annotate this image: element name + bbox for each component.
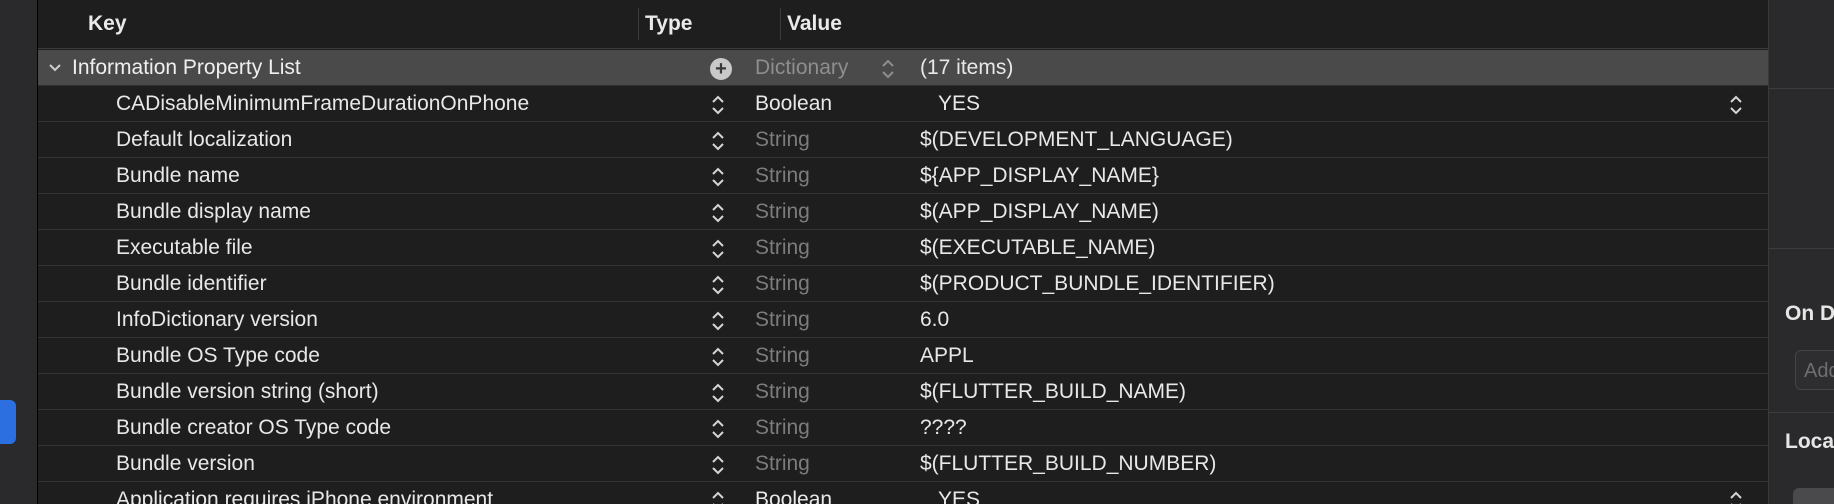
row-type[interactable]: String [755, 308, 810, 332]
row-value[interactable]: $(DEVELOPMENT_LANGUAGE) [920, 128, 1233, 152]
row-key[interactable]: CADisableMinimumFrameDurationOnPhone [116, 92, 529, 116]
value-stepper-icon[interactable] [1728, 92, 1744, 118]
key-stepper-icon[interactable] [710, 308, 726, 334]
root-key: Information Property List [72, 56, 301, 79]
value-stepper-icon[interactable] [1728, 488, 1744, 504]
selected-item-indicator [0, 400, 16, 444]
row-type[interactable]: String [755, 128, 810, 152]
plist-row[interactable]: Default localization String $(DEVELOPMENT_… [38, 122, 1768, 158]
row-value[interactable]: YES [938, 92, 980, 116]
row-type[interactable]: String [755, 452, 810, 476]
divider [1769, 412, 1834, 413]
inspector-panel: On D Add Loca [1768, 0, 1834, 504]
row-key[interactable]: Default localization [116, 128, 292, 152]
navigator-strip [0, 0, 38, 504]
column-divider[interactable] [780, 8, 781, 40]
key-stepper-icon[interactable] [710, 164, 726, 190]
add-item-icon[interactable]: + [710, 58, 732, 80]
row-value[interactable]: $(EXECUTABLE_NAME) [920, 236, 1155, 260]
row-type[interactable]: String [755, 164, 810, 188]
row-value[interactable]: $(PRODUCT_BUNDLE_IDENTIFIER) [920, 272, 1275, 296]
key-stepper-icon[interactable] [710, 416, 726, 442]
column-divider[interactable] [638, 8, 639, 40]
divider [1769, 88, 1834, 89]
row-key[interactable]: InfoDictionary version [116, 308, 318, 332]
row-value[interactable]: 6.0 [920, 308, 949, 332]
row-key[interactable]: Application requires iPhone environment [116, 488, 493, 504]
row-value[interactable]: APPL [920, 344, 974, 368]
inspector-section-title: On D [1785, 302, 1834, 325]
key-stepper-icon[interactable] [710, 128, 726, 154]
row-value[interactable]: YES [938, 488, 980, 504]
key-stepper-icon[interactable] [710, 236, 726, 262]
row-type[interactable]: Boolean [755, 92, 832, 116]
row-value[interactable]: $(FLUTTER_BUILD_NUMBER) [920, 452, 1216, 476]
row-key[interactable]: Bundle display name [116, 200, 311, 224]
plist-rows: Information Property List + Dictionary (… [38, 50, 1768, 504]
key-stepper-icon[interactable] [710, 200, 726, 226]
chevron-down-icon[interactable] [46, 59, 64, 77]
divider [1769, 248, 1834, 249]
plist-row[interactable]: Bundle name String ${APP_DISPLAY_NAME} [38, 158, 1768, 194]
type-column-header[interactable]: Type [645, 12, 692, 36]
row-type[interactable]: Boolean [755, 488, 832, 504]
key-stepper-icon[interactable] [710, 488, 726, 504]
row-key[interactable]: Bundle version [116, 452, 255, 476]
plist-row[interactable]: Application requires iPhone environment B… [38, 482, 1768, 504]
inspector-button[interactable] [1793, 488, 1834, 504]
add-placeholder: Add [1804, 360, 1834, 382]
plist-row[interactable]: Bundle version string (short) String $(FLU… [38, 374, 1768, 410]
row-value[interactable]: ???? [920, 416, 967, 440]
inspector-section-title: Loca [1785, 430, 1834, 453]
plist-row[interactable]: Executable file String $(EXECUTABLE_NAME) [38, 230, 1768, 266]
root-type[interactable]: Dictionary [755, 56, 848, 80]
row-type[interactable]: String [755, 416, 810, 440]
row-key[interactable]: Executable file [116, 236, 253, 260]
key-stepper-icon[interactable] [710, 92, 726, 118]
plist-row[interactable]: InfoDictionary version String 6.0 [38, 302, 1768, 338]
row-value[interactable]: $(APP_DISPLAY_NAME) [920, 200, 1159, 224]
root-row[interactable]: Information Property List + Dictionary (… [38, 50, 1768, 86]
root-value: (17 items) [920, 56, 1014, 79]
key-stepper-icon[interactable] [710, 344, 726, 370]
add-field[interactable]: Add [1795, 350, 1834, 390]
row-key[interactable]: Bundle OS Type code [116, 344, 320, 368]
key-stepper-icon[interactable] [710, 452, 726, 478]
row-value[interactable]: ${APP_DISPLAY_NAME} [920, 164, 1159, 188]
type-stepper-icon[interactable] [880, 56, 896, 82]
key-stepper-icon[interactable] [710, 380, 726, 406]
value-column-header[interactable]: Value [787, 12, 842, 36]
key-column-header[interactable]: Key [88, 12, 127, 36]
row-key[interactable]: Bundle version string (short) [116, 380, 379, 404]
plist-row[interactable]: Bundle version String $(FLUTTER_BUILD_NUMB… [38, 446, 1768, 482]
row-type[interactable]: String [755, 344, 810, 368]
row-type[interactable]: String [755, 200, 810, 224]
column-header: Key Type Value [38, 0, 1768, 49]
row-type[interactable]: String [755, 380, 810, 404]
plist-row[interactable]: Bundle identifier String $(PRODUCT_BUNDLE_… [38, 266, 1768, 302]
plist-row[interactable]: CADisableMinimumFrameDurationOnPhone Bool… [38, 86, 1768, 122]
plist-editor: Key Type Value Information Property List… [38, 0, 1768, 504]
row-key[interactable]: Bundle identifier [116, 272, 267, 296]
row-key[interactable]: Bundle name [116, 164, 240, 188]
plist-row[interactable]: Bundle display name String $(APP_DISPLAY_N… [38, 194, 1768, 230]
row-value[interactable]: $(FLUTTER_BUILD_NAME) [920, 380, 1186, 404]
row-key[interactable]: Bundle creator OS Type code [116, 416, 391, 440]
row-type[interactable]: String [755, 272, 810, 296]
plist-row[interactable]: Bundle OS Type code String APPL [38, 338, 1768, 374]
row-type[interactable]: String [755, 236, 810, 260]
key-stepper-icon[interactable] [710, 272, 726, 298]
plist-row[interactable]: Bundle creator OS Type code String???? [38, 410, 1768, 446]
